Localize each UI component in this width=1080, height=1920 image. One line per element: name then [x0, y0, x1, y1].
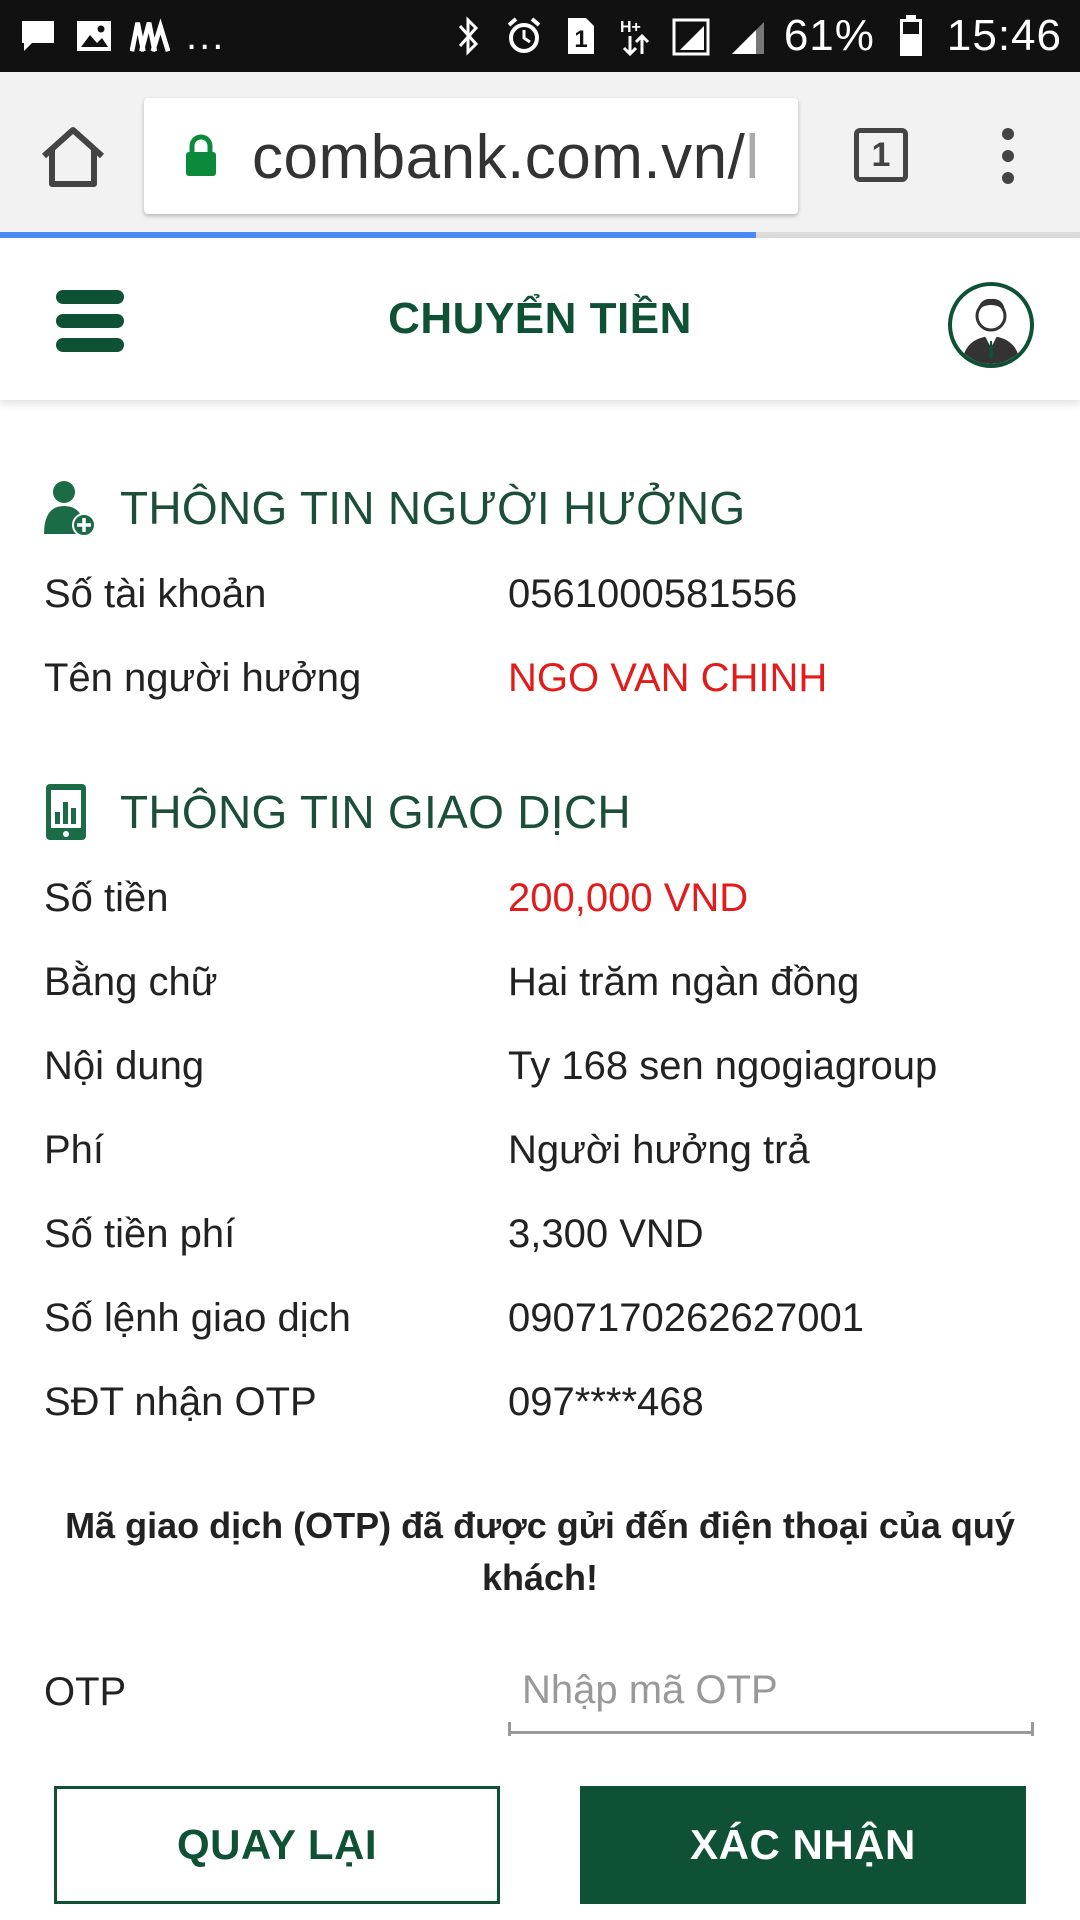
data-transfer-icon: H+ — [616, 16, 656, 56]
message-icon — [18, 16, 58, 56]
content-value: Ty 168 sen ngogiagroup — [508, 1044, 938, 1088]
beneficiary-name-row: Tên người hưởng NGO VAN CHINH — [44, 656, 1044, 716]
signal-2-icon — [728, 16, 768, 56]
amount-in-words-label: Bằng chữ — [44, 960, 218, 1004]
beneficiary-section-header: THÔNG TIN NGƯỜI HƯỞNG — [42, 478, 745, 538]
amount-in-words-value: Hai trăm ngàn đồng — [508, 960, 860, 1004]
more-vert-icon — [1002, 128, 1014, 184]
transaction-section-header: THÔNG TIN GIAO DỊCH — [42, 782, 631, 842]
beneficiary-section-title: THÔNG TIN NGƯỜI HƯỞNG — [120, 482, 746, 534]
url-main: combank.com.vn/ — [252, 123, 746, 192]
transaction-number-value: 0907170262627001 — [508, 1296, 864, 1340]
back-button[interactable]: QUAY LẠI — [54, 1786, 500, 1904]
otp-phone-label: SĐT nhận OTP — [44, 1380, 317, 1424]
avatar[interactable] — [948, 282, 1034, 368]
account-number-value: 0561000581556 — [508, 572, 798, 616]
user-icon — [962, 298, 1020, 364]
content-label: Nội dung — [44, 1044, 205, 1088]
beneficiary-name-value: NGO VAN CHINH — [508, 656, 828, 700]
status-bar: ... 1 H+ 61% 15:46 — [0, 0, 1080, 72]
otp-sent-notice: Mã giao dịch (OTP) đã được gửi đến điện … — [65, 1505, 1015, 1598]
svg-text:H+: H+ — [620, 19, 641, 36]
account-number-label: Số tài khoản — [44, 572, 267, 616]
otp-phone-value: 097****468 — [508, 1380, 704, 1424]
transaction-section-title: THÔNG TIN GIAO DỊCH — [120, 786, 631, 838]
transaction-number-label: Số lệnh giao dịch — [44, 1296, 351, 1340]
mobile-chart-icon — [46, 784, 86, 840]
system-icons: 1 H+ 61% 15:46 — [448, 11, 1062, 61]
url-text: combank.com.vn/l — [252, 122, 760, 193]
app-header: CHUYỂN TIỀN — [0, 238, 1080, 400]
fee-value: Người hưởng trả — [508, 1128, 810, 1172]
content-row: Nội dung Ty 168 sen ngogiagroup — [44, 1044, 1044, 1104]
address-bar[interactable]: combank.com.vn/l — [144, 98, 798, 214]
otp-label: OTP — [44, 1670, 127, 1714]
signal-1-icon — [672, 16, 712, 56]
fee-label: Phí — [44, 1128, 105, 1172]
more-notifications: ... — [186, 13, 226, 58]
fee-row: Phí Người hưởng trả — [44, 1128, 1044, 1188]
page-title: CHUYỂN TIỀN — [388, 294, 692, 343]
notification-icons: ... — [18, 14, 225, 59]
sim-icon: 1 — [560, 16, 600, 56]
alarm-icon — [504, 16, 544, 56]
amount-label: Số tiền — [44, 876, 169, 920]
svg-text:1: 1 — [574, 26, 587, 53]
amount-in-words-row: Bằng chữ Hai trăm ngàn đồng — [44, 960, 1044, 1020]
tab-switcher-button[interactable]: 1 — [854, 128, 908, 182]
media-icon — [130, 16, 170, 56]
home-button[interactable] — [38, 126, 108, 188]
otp-phone-row: SĐT nhận OTP 097****468 — [44, 1380, 1044, 1440]
otp-input-edge — [508, 1722, 511, 1736]
bluetooth-icon — [448, 16, 488, 56]
amount-row: Số tiền 200,000 VND — [44, 876, 1044, 936]
transaction-number-row: Số lệnh giao dịch 0907170262627001 — [44, 1296, 1044, 1356]
amount-value: 200,000 VND — [508, 876, 749, 920]
battery-percent: 61% — [783, 11, 875, 60]
otp-input-edge — [1031, 1722, 1034, 1736]
tab-count: 1 — [871, 135, 891, 174]
lock-icon — [186, 134, 216, 176]
clock: 15:46 — [946, 11, 1062, 60]
browser-menu-button[interactable] — [996, 126, 1020, 186]
fee-amount-label: Số tiền phí — [44, 1212, 236, 1256]
beneficiary-name-label: Tên người hưởng — [44, 656, 362, 700]
fee-amount-row: Số tiền phí 3,300 VND — [44, 1212, 1044, 1272]
fee-amount-value: 3,300 VND — [508, 1212, 704, 1256]
browser-toolbar: combank.com.vn/l 1 — [0, 72, 1080, 238]
account-number-row: Số tài khoản 0561000581556 — [44, 572, 1044, 632]
battery-icon — [891, 15, 931, 56]
home-icon — [41, 127, 105, 187]
url-overflow: l — [745, 123, 760, 192]
add-user-icon — [44, 481, 96, 537]
confirm-button[interactable]: XÁC NHẬN — [580, 1786, 1026, 1904]
otp-input[interactable] — [508, 1650, 1034, 1734]
image-icon — [74, 16, 114, 56]
